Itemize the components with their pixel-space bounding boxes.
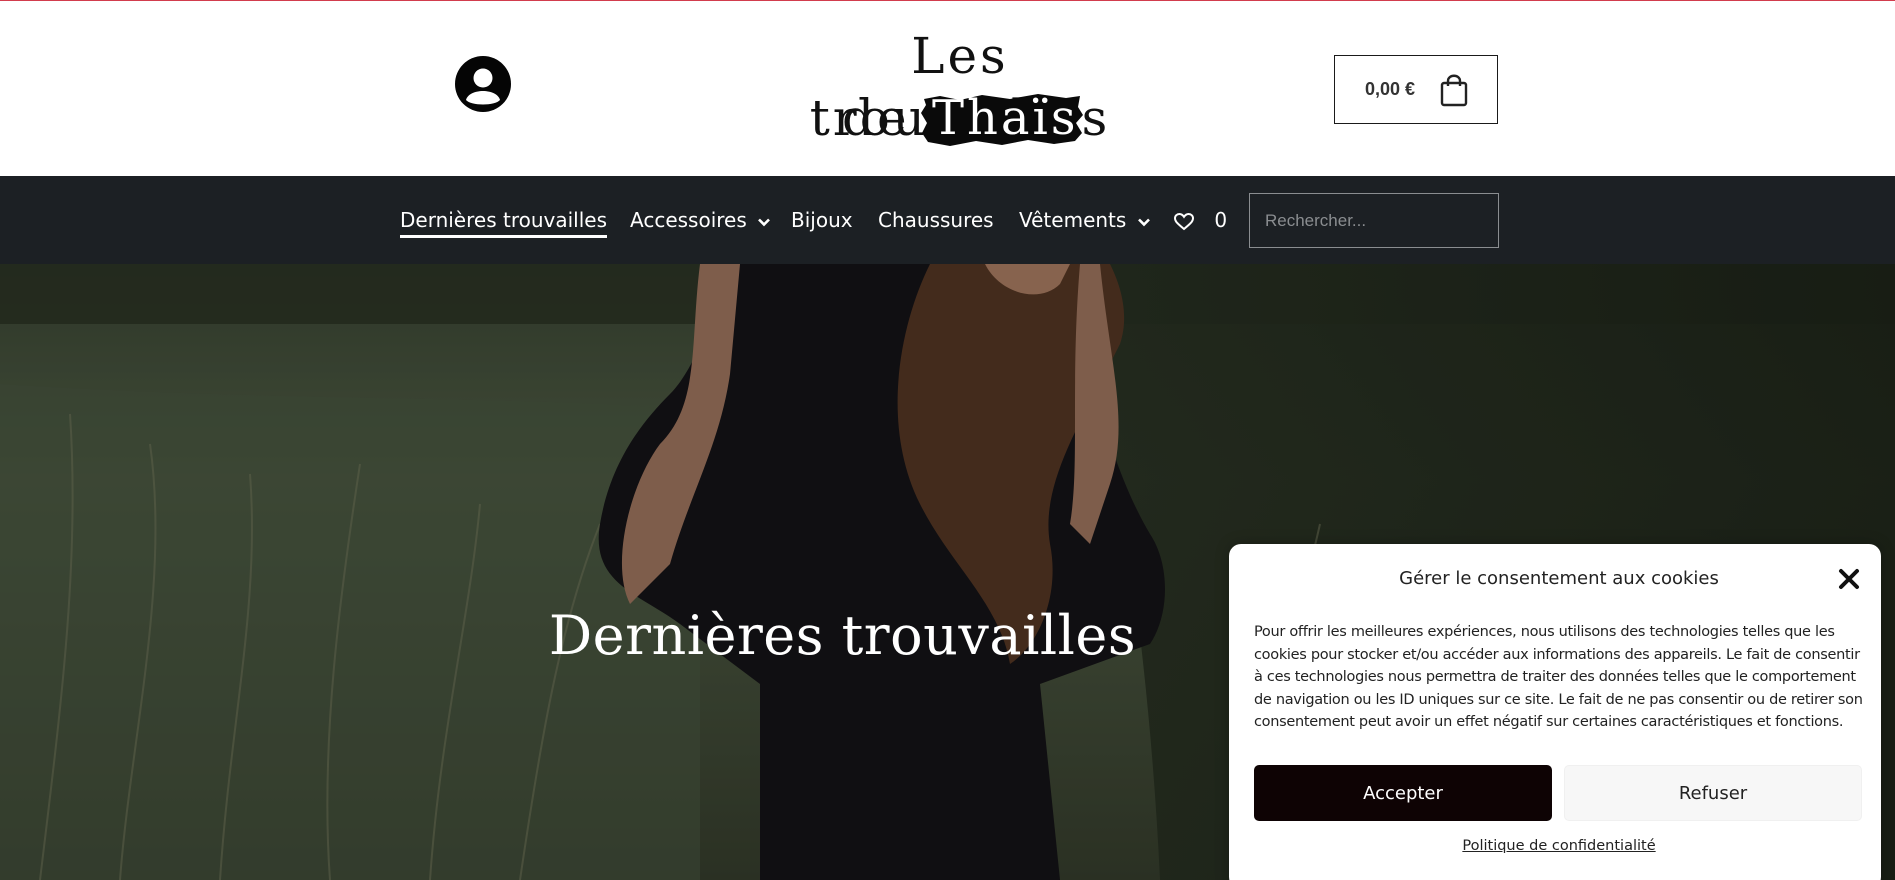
refuse-button[interactable]: Refuser	[1564, 765, 1862, 821]
nav-item-label: Bijoux	[791, 208, 853, 232]
nav-item-dernieres-trouvailles[interactable]: Dernières trouvailles	[400, 176, 608, 264]
cart-button[interactable]: 0,00 €	[1334, 55, 1498, 124]
logo-line2-brand: Thaïs	[932, 90, 1079, 146]
main-navigation: Dernières trouvailles Accessoires Bijoux…	[0, 176, 1895, 264]
nav-item-bijoux[interactable]: Bijoux	[791, 176, 853, 264]
wishlist-count: 0	[1214, 208, 1228, 232]
nav-item-vetements[interactable]: Vêtements	[1019, 176, 1151, 264]
cart-amount: 0,00 €	[1365, 79, 1416, 99]
site-header: Les trouvailles de Thaïs 0,00 €	[0, 1, 1895, 176]
site-logo[interactable]: Les trouvailles de Thaïs	[760, 25, 1160, 153]
cookie-dialog-title: Gérer le consentement aux cookies	[1399, 568, 1719, 589]
privacy-policy-link[interactable]: Politique de confidentialité	[1229, 838, 1889, 854]
nav-item-label: Dernières trouvailles	[400, 208, 608, 238]
wishlist-link[interactable]: 0	[1173, 176, 1228, 264]
nav-item-label: Vêtements	[1019, 208, 1127, 232]
logo-line2-prefix: de	[842, 89, 910, 147]
close-icon[interactable]	[1836, 566, 1862, 592]
nav-item-chaussures[interactable]: Chaussures	[878, 176, 994, 264]
user-circle-icon	[455, 56, 511, 112]
shopping-bag-icon	[1440, 74, 1468, 107]
nav-item-accessoires[interactable]: Accessoires	[630, 176, 771, 264]
cookie-consent-dialog: Gérer le consentement aux cookies Pour o…	[1229, 544, 1881, 880]
nav-item-label: Accessoires	[630, 208, 747, 232]
nav-item-label: Chaussures	[878, 208, 994, 232]
search-input[interactable]	[1249, 193, 1499, 248]
chevron-down-icon	[758, 218, 771, 226]
accept-button[interactable]: Accepter	[1254, 765, 1552, 821]
heart-icon	[1173, 212, 1195, 230]
chevron-down-icon	[1137, 218, 1150, 226]
cookie-dialog-body: Pour offrir les meilleures expériences, …	[1254, 624, 1863, 730]
account-button[interactable]	[454, 55, 512, 113]
